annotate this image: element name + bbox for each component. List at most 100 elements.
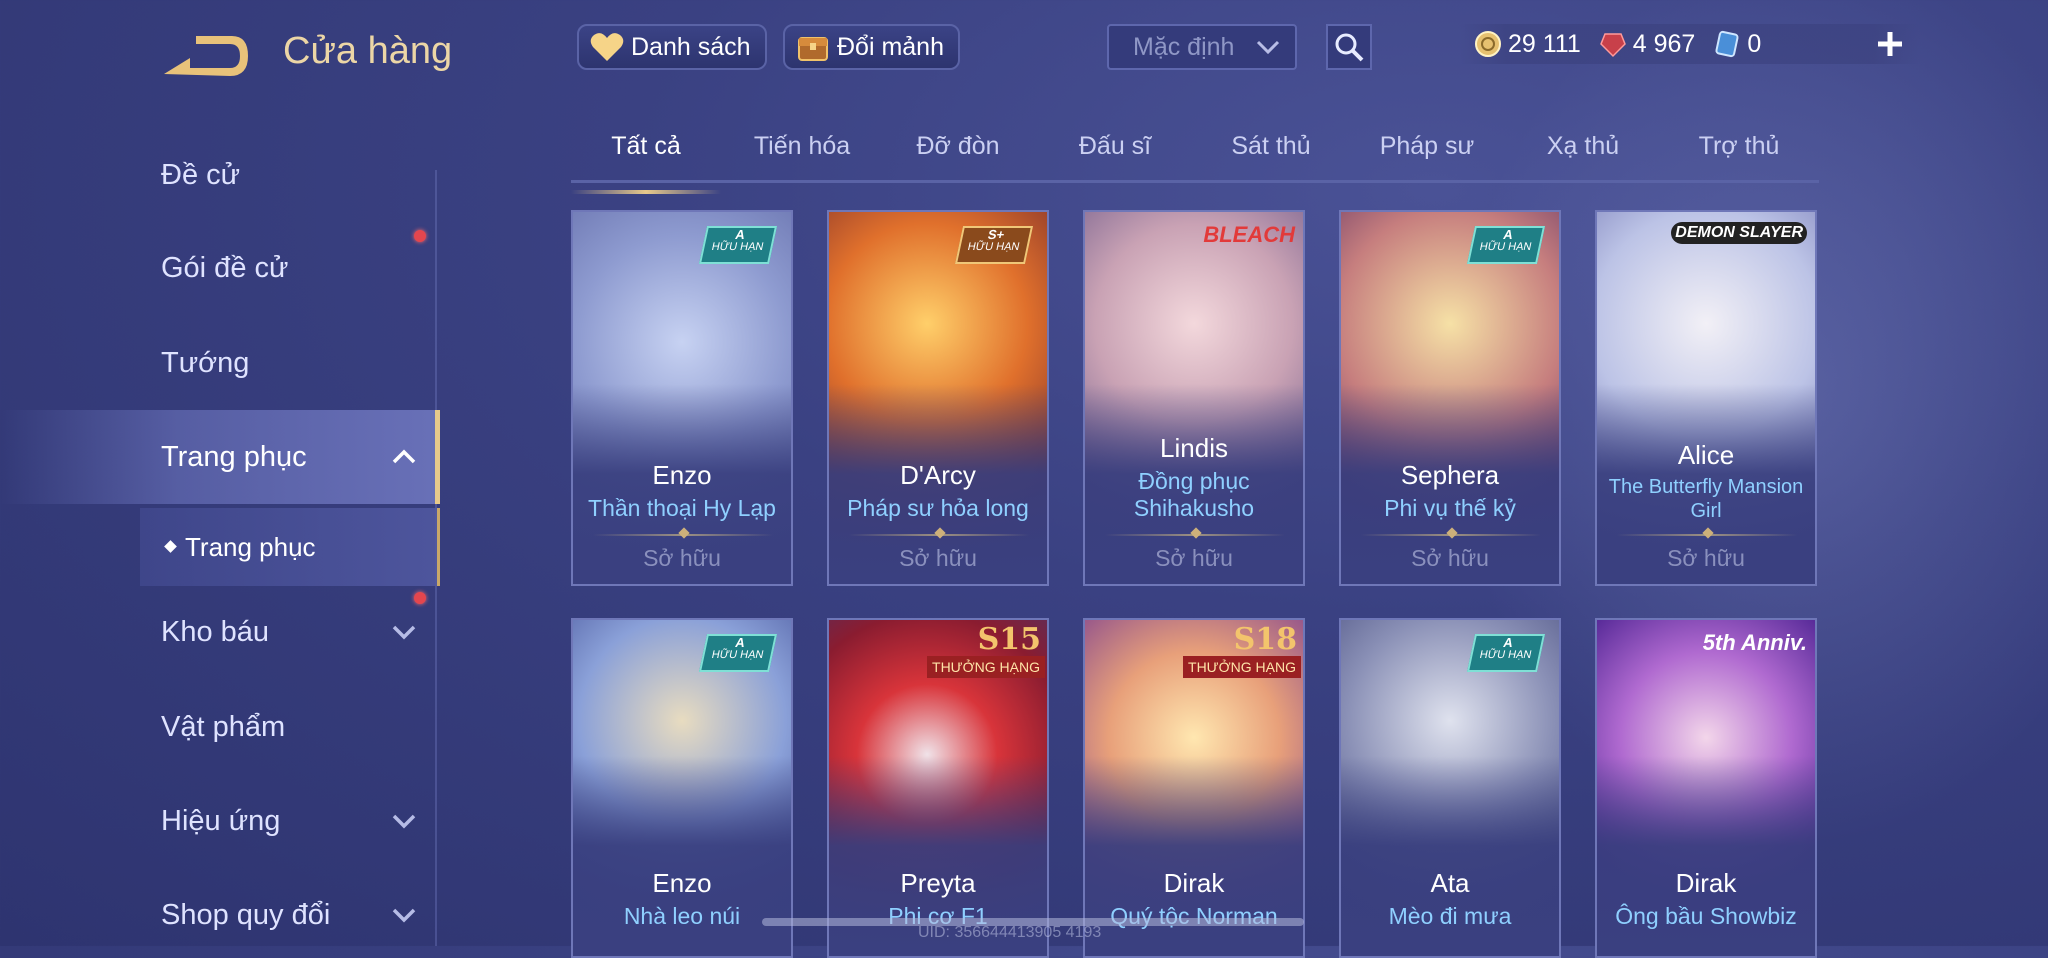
- gem-currency: 4 967: [1599, 29, 1696, 59]
- page-title: Cửa hàng: [283, 30, 453, 72]
- voucher-currency: 0: [1713, 30, 1761, 59]
- sidebar-item-exchange-shop[interactable]: Shop quy đổi: [0, 875, 440, 955]
- search-icon: [1335, 33, 1364, 62]
- skin-name: Nhà leo núi: [623, 903, 741, 929]
- hero-name: D'Arcy: [900, 460, 976, 490]
- skin-card[interactable]: A HỮU HẠN Ata Mèo đi mưa: [1339, 618, 1561, 958]
- anniversary-logo: 5th Anniv.: [1702, 630, 1807, 655]
- chevron-down-icon: [392, 814, 416, 829]
- voucher-icon: [1715, 30, 1739, 58]
- sidebar-item-label: Shop quy đổi: [161, 898, 331, 931]
- hero-name: Sephera: [1400, 460, 1500, 490]
- voucher-value: 0: [1747, 29, 1762, 58]
- diamond-bullet-icon: [164, 540, 177, 553]
- skin-card[interactable]: A HỮU HẠN Sephera Phi vụ thế kỷ Sở hữu: [1339, 210, 1561, 586]
- sidebar-item-label: Vật phẩm: [161, 710, 286, 743]
- skin-name: Ông bầu Showbiz: [1615, 903, 1797, 929]
- rarity-badge: A HỮU HẠN: [1466, 634, 1546, 672]
- rarity-badge: A HỮU HẠN: [1466, 226, 1546, 264]
- tab-label: Tất cả: [611, 132, 681, 160]
- gold-currency: 29 111: [1474, 30, 1581, 59]
- hero-name: Dirak: [1163, 868, 1225, 898]
- owned-label: Sở hữu: [1667, 545, 1745, 571]
- sidebar-item-recommended-packs[interactable]: Gói đề cử: [0, 228, 440, 308]
- hero-name: Alice: [1677, 440, 1735, 470]
- sort-value: Mặc định: [1133, 32, 1235, 61]
- tab-evolution[interactable]: Tiến hóa: [727, 132, 877, 161]
- uid-watermark: UID: 356644413905 4193: [918, 924, 1102, 941]
- hero-name: Dirak: [1675, 868, 1737, 898]
- exchange-shards-button[interactable]: Đổi mảnh: [783, 24, 960, 70]
- role-tabs: Tất cả Tiến hóa Đỡ đòn Đấu sĩ Sát thủ Ph…: [571, 118, 1819, 194]
- rank-reward-ribbon: THƯỞNG HẠNG: [927, 656, 1045, 678]
- skin-name: Thần thoại Hy Lạp: [588, 495, 776, 521]
- notification-dot: [414, 230, 426, 242]
- skin-card[interactable]: S18 THƯỞNG HẠNG Dirak Quý tộc Norman: [1083, 618, 1305, 958]
- sidebar-item-label: Hiệu ứng: [161, 804, 281, 837]
- heart-icon: [589, 30, 625, 64]
- tab-mage[interactable]: Pháp sư: [1352, 132, 1502, 161]
- active-tab-indicator: [571, 190, 721, 194]
- back-button[interactable]: [160, 30, 248, 78]
- sidebar-subitem-label: Trang phục: [185, 531, 316, 562]
- skin-card[interactable]: A HỮU HẠN Enzo Thần thoại Hy Lạp Sở hữu: [571, 210, 793, 586]
- sidebar-item-heroes[interactable]: Tướng: [0, 323, 440, 403]
- sidebar-item-label: Kho báu: [161, 615, 270, 648]
- skin-card[interactable]: S+ HỮU HẠN D'Arcy Pháp sư hỏa long Sở hữu: [827, 210, 1049, 586]
- sidebar-item-effects[interactable]: Hiệu ứng: [0, 781, 440, 861]
- hero-name: Enzo: [652, 460, 712, 490]
- gem-value: 4 967: [1632, 29, 1696, 58]
- skin-name: Phi vụ thế kỷ: [1384, 495, 1516, 521]
- plus-icon: [1878, 32, 1902, 56]
- tab-all[interactable]: Tất cả: [571, 132, 721, 194]
- hero-name: Enzo: [652, 868, 712, 898]
- sidebar-item-label: Gói đề cử: [161, 251, 289, 284]
- sidebar: Đề cử Gói đề cử Tướng Trang phục Trang p…: [0, 110, 440, 946]
- skin-name: Đồng phục Shihakusho: [1133, 468, 1255, 521]
- search-button[interactable]: [1326, 24, 1372, 70]
- sidebar-item-skins[interactable]: Trang phục: [0, 410, 440, 504]
- red-gem-icon: [1599, 33, 1626, 58]
- back-arrow-icon: [164, 36, 248, 76]
- rarity-badge: A HỮU HẠN: [698, 226, 778, 264]
- skin-card[interactable]: BLEACH Lindis Đồng phục Shihakusho Sở hữ…: [1083, 210, 1305, 586]
- collab-logo: DEMON SLAYER: [1671, 222, 1807, 244]
- rarity-badge: A HỮU HẠN: [698, 634, 778, 672]
- skin-name: Pháp sư hỏa long: [847, 495, 1029, 521]
- exchange-button-label: Đổi mảnh: [837, 32, 944, 61]
- owned-label: Sở hữu: [643, 545, 721, 571]
- owned-label: Sở hữu: [1155, 545, 1233, 571]
- skin-card[interactable]: 5th Anniv. Dirak Ông bầu Showbiz: [1595, 618, 1817, 958]
- chevron-up-icon: [392, 449, 416, 464]
- sidebar-subitem-skins[interactable]: Trang phục: [140, 508, 440, 586]
- season-badge: S15: [977, 622, 1041, 657]
- skin-card[interactable]: A HỮU HẠN Enzo Nhà leo núi: [571, 618, 793, 958]
- sidebar-item-label: Tướng: [161, 346, 250, 379]
- rarity-badge: S+ HỮU HẠN: [954, 226, 1034, 264]
- sidebar-item-recommended[interactable]: Đề cử: [0, 135, 440, 215]
- sidebar-item-label: Đề cử: [161, 158, 241, 191]
- tab-marksman[interactable]: Xạ thủ: [1508, 132, 1658, 161]
- sidebar-item-treasure[interactable]: Kho báu: [0, 592, 440, 672]
- tab-tank[interactable]: Đỡ đòn: [883, 132, 1033, 161]
- rank-reward-ribbon: THƯỞNG HẠNG: [1183, 656, 1301, 678]
- chevron-down-icon: [1256, 40, 1280, 55]
- sort-dropdown[interactable]: Mặc định: [1107, 24, 1297, 70]
- skin-name: Mèo đi mưa: [1388, 903, 1512, 929]
- notification-dot: [414, 592, 426, 604]
- sidebar-item-label: Trang phục: [161, 440, 307, 473]
- tab-support[interactable]: Trợ thủ: [1664, 132, 1814, 161]
- sidebar-item-items[interactable]: Vật phẩm: [0, 687, 440, 767]
- season-badge: S18: [1233, 622, 1297, 657]
- tab-assassin[interactable]: Sát thủ: [1196, 132, 1346, 161]
- hero-name: Ata: [1430, 868, 1470, 898]
- hero-name: Preyta: [900, 868, 976, 898]
- list-button[interactable]: Danh sách: [577, 24, 767, 70]
- add-currency-button[interactable]: [1868, 22, 1912, 66]
- skin-card[interactable]: DEMON SLAYER Alice The Butterfly Mansion…: [1595, 210, 1817, 586]
- skin-name: The Butterfly Mansion Girl: [1608, 476, 1804, 522]
- list-button-label: Danh sách: [631, 32, 751, 61]
- chest-icon: [795, 30, 831, 64]
- skin-card[interactable]: S15 THƯỞNG HẠNG Preyta Phi cơ F1: [827, 618, 1049, 958]
- tab-fighter[interactable]: Đấu sĩ: [1040, 132, 1190, 161]
